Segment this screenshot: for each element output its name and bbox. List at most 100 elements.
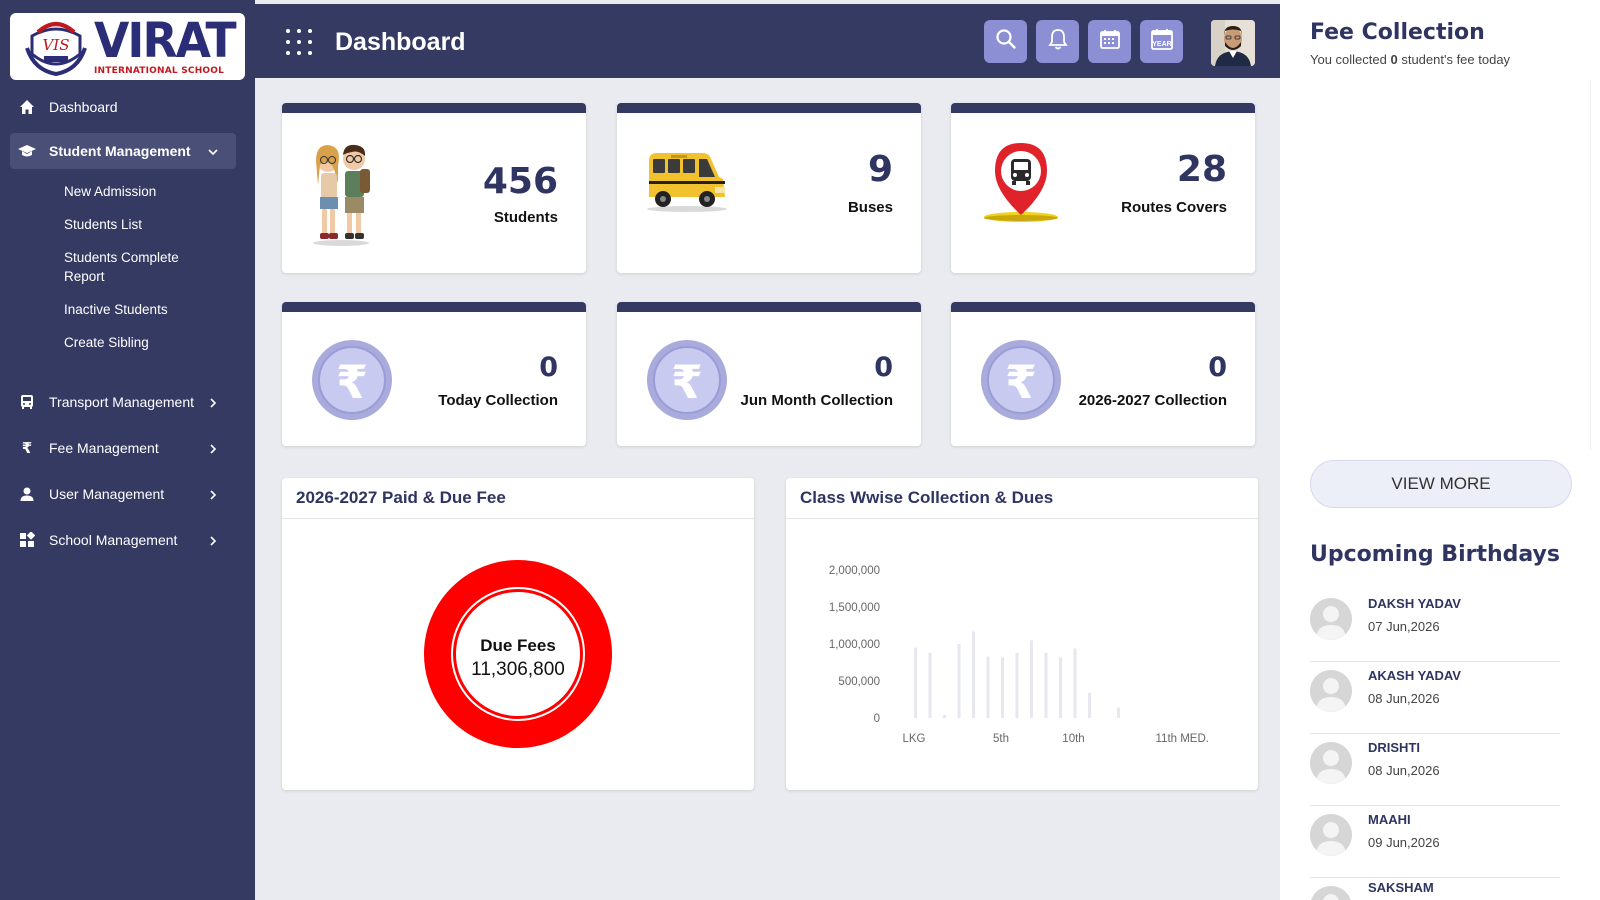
- year-calendar-button[interactable]: YEAR: [1140, 20, 1183, 63]
- students-illustration-icon: [308, 139, 374, 252]
- brand-name: VIRAT: [94, 13, 237, 69]
- x-tick-label: 11th MED.: [1156, 733, 1209, 745]
- fee-sub-count: 0: [1390, 52, 1398, 67]
- panel-title: 2026-2027 Paid & Due Fee: [296, 488, 506, 507]
- class-bar[interactable]: [1073, 648, 1077, 718]
- sidebar-item-student-management[interactable]: Student Management: [10, 133, 236, 169]
- month-collection-value: 0: [874, 352, 893, 383]
- stat-card-month-collection[interactable]: ₹ 0 Jun Month Collection: [617, 302, 921, 446]
- user-icon: [18, 485, 36, 503]
- stat-card-year-collection[interactable]: ₹ 0 2026-2027 Collection: [951, 302, 1255, 446]
- sidebar-item-label: Dashboard: [49, 99, 118, 115]
- svg-text:₹: ₹: [671, 355, 703, 409]
- class-bar[interactable]: [928, 652, 932, 718]
- year-collection-label: 2026-2027 Collection: [1078, 392, 1227, 409]
- fee-collection-subtitle: You collected 0 student's fee today: [1310, 52, 1510, 67]
- stat-card-buses[interactable]: 9 Buses: [617, 103, 921, 273]
- birthday-list-item[interactable]: DRISHTI 08 Jun,2026: [1310, 734, 1560, 806]
- stat-card-students[interactable]: 456 Students: [282, 103, 586, 273]
- buses-label: Buses: [847, 199, 893, 216]
- class-bar[interactable]: [957, 644, 961, 718]
- avatar-placeholder-icon: [1310, 886, 1352, 900]
- today-collection-value: 0: [539, 352, 558, 383]
- user-avatar[interactable]: [1211, 20, 1255, 66]
- birthday-list-item[interactable]: MAAHI 09 Jun,2026: [1310, 806, 1560, 878]
- month-collection-label: Jun Month Collection: [740, 392, 893, 409]
- class-bar[interactable]: [1044, 652, 1048, 718]
- fee-sub-suffix: student's fee today: [1397, 52, 1511, 67]
- calendar-button[interactable]: [1088, 20, 1131, 63]
- sidebar-subitem-create-sibling[interactable]: Create Sibling: [64, 333, 214, 352]
- sidebar-item-user-management[interactable]: User Management: [10, 476, 236, 512]
- sidebar-subitem-students-complete-report[interactable]: Students Complete Report: [64, 248, 214, 286]
- x-tick-label: 5th: [993, 733, 1009, 745]
- view-more-button[interactable]: VIEW MORE: [1310, 460, 1572, 508]
- y-tick-label: 1,500,000: [829, 602, 880, 614]
- sidebar: VIS VIRAT INTERNATIONAL SCHOOL Dashboard…: [0, 0, 255, 900]
- chevron-right-icon: [208, 395, 218, 411]
- rupee-coin-icon: ₹: [645, 338, 729, 427]
- fee-donut-chart[interactable]: Due Fees 11,306,800: [282, 518, 754, 790]
- class-bar[interactable]: [1088, 692, 1091, 718]
- class-bar[interactable]: [1059, 657, 1062, 718]
- birthday-name: DAKSH YADAV: [1368, 596, 1461, 611]
- class-bar[interactable]: [986, 656, 990, 718]
- stat-card-today-collection[interactable]: ₹ 0 Today Collection: [282, 302, 586, 446]
- home-icon: [18, 98, 36, 116]
- class-bar[interactable]: [943, 715, 946, 718]
- graduation-cap-icon: [18, 142, 36, 160]
- birthday-date: 07 Jun,2026: [1368, 619, 1440, 634]
- sidebar-subitem-inactive-students[interactable]: Inactive Students: [64, 300, 214, 319]
- sidebar-item-school-management[interactable]: School Management: [10, 522, 236, 558]
- birthday-name: SAKSHAM: [1368, 880, 1434, 895]
- class-bar[interactable]: [1001, 657, 1004, 718]
- avatar-placeholder-icon: [1310, 598, 1352, 640]
- chevron-down-icon: [208, 144, 218, 160]
- birthday-name: MAAHI: [1368, 812, 1411, 827]
- chevron-right-icon: [208, 533, 218, 549]
- class-bar[interactable]: [1030, 640, 1033, 718]
- donut-center-label: Due Fees: [480, 636, 556, 655]
- top-bar: Dashboard YEAR: [255, 4, 1280, 78]
- bus-icon: [18, 393, 36, 411]
- fee-collection-title: Fee Collection: [1310, 20, 1485, 45]
- calendar-icon: [1099, 28, 1121, 55]
- sidebar-item-transport-management[interactable]: Transport Management: [10, 384, 236, 420]
- school-bus-icon: [645, 149, 729, 218]
- sidebar-subitem-new-admission[interactable]: New Admission: [64, 182, 214, 201]
- birthday-date: 08 Jun,2026: [1368, 691, 1440, 706]
- chevron-right-icon: [208, 441, 218, 457]
- school-logo[interactable]: VIS VIRAT INTERNATIONAL SCHOOL: [10, 13, 245, 80]
- birthday-list-item[interactable]: SAKSHAM: [1310, 878, 1560, 900]
- birthday-name: AKASH YADAV: [1368, 668, 1461, 683]
- sidebar-subitem-students-list[interactable]: Students List: [64, 215, 214, 234]
- notifications-button[interactable]: [1036, 20, 1079, 63]
- avatar-placeholder-icon: [1310, 814, 1352, 856]
- class-bar[interactable]: [914, 647, 917, 718]
- fee-sub-prefix: You collected: [1310, 52, 1391, 67]
- upcoming-birthdays-title: Upcoming Birthdays: [1310, 542, 1560, 567]
- class-bar[interactable]: [1015, 652, 1019, 718]
- x-tick-label: LKG: [902, 733, 925, 745]
- y-tick-label: 500,000: [838, 676, 880, 688]
- students-label: Students: [493, 209, 558, 226]
- svg-text:₹: ₹: [336, 355, 368, 409]
- sidebar-item-dashboard[interactable]: Dashboard: [10, 89, 236, 125]
- birthday-list-item[interactable]: DAKSH YADAV 07 Jun,2026: [1310, 590, 1560, 662]
- sidebar-item-label: Transport Management: [49, 394, 194, 410]
- search-button[interactable]: [984, 20, 1027, 63]
- birthday-list-item[interactable]: AKASH YADAV 08 Jun,2026: [1310, 662, 1560, 734]
- buses-count: 9: [867, 149, 893, 190]
- y-tick-label: 1,000,000: [829, 639, 880, 651]
- y-tick-label: 2,000,000: [829, 565, 880, 577]
- birthday-date: 09 Jun,2026: [1368, 835, 1440, 850]
- scrollbar-track[interactable]: [1590, 80, 1591, 450]
- sidebar-item-fee-management[interactable]: ₹ Fee Management: [10, 430, 236, 466]
- apps-grid-icon[interactable]: [285, 28, 313, 56]
- class-bar[interactable]: [1117, 707, 1120, 718]
- class-wise-bar-chart[interactable]: 2,000,000 1,500,000 1,000,000 500,000 0 LKG 5…: [786, 518, 1258, 790]
- class-bar[interactable]: [972, 631, 975, 718]
- stat-card-routes[interactable]: 28 Routes Covers: [951, 103, 1255, 273]
- routes-count: 28: [1176, 149, 1227, 190]
- rupee-icon: ₹: [21, 440, 33, 457]
